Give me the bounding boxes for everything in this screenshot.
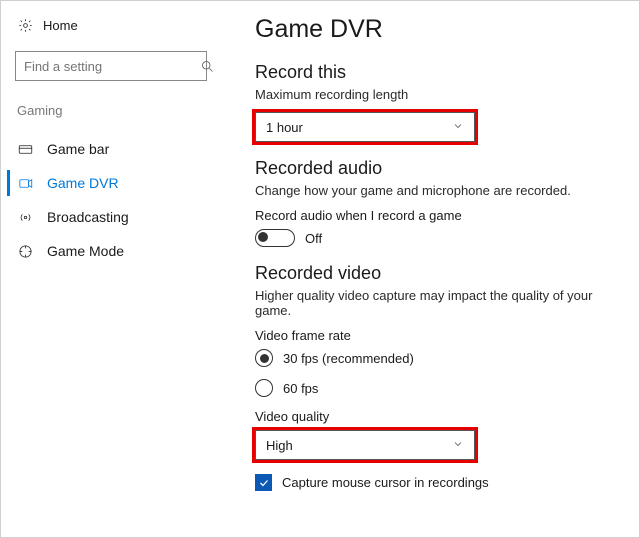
sidebar-item-game-bar[interactable]: Game bar — [15, 132, 207, 166]
checkbox-checked-icon — [255, 474, 272, 491]
capture-cursor-checkbox-row[interactable]: Capture mouse cursor in recordings — [255, 474, 615, 491]
recorded-video-heading: Recorded video — [255, 263, 615, 284]
chevron-down-icon — [452, 120, 464, 135]
sidebar-item-label: Game bar — [47, 141, 109, 157]
recorded-audio-sub: Change how your game and microphone are … — [255, 183, 615, 198]
frame-rate-label: Video frame rate — [255, 328, 615, 343]
radio-label: 30 fps (recommended) — [283, 351, 414, 366]
main-content: Game DVR Record this Maximum recording l… — [217, 7, 633, 531]
record-this-heading: Record this — [255, 62, 615, 83]
sidebar-item-game-dvr[interactable]: Game DVR — [15, 166, 207, 200]
radio-label: 60 fps — [283, 381, 318, 396]
search-box[interactable] — [15, 51, 207, 81]
video-quality-select[interactable]: High — [255, 430, 475, 460]
sidebar-item-label: Broadcasting — [47, 209, 129, 225]
broadcasting-icon — [17, 209, 33, 225]
max-recording-length-select[interactable]: 1 hour — [255, 112, 475, 142]
capture-cursor-label: Capture mouse cursor in recordings — [282, 475, 489, 490]
search-input[interactable] — [24, 59, 200, 74]
select-value: 1 hour — [266, 120, 303, 135]
home-link[interactable]: Home — [17, 17, 207, 33]
radio-icon — [255, 349, 273, 367]
record-audio-toggle-label: Record audio when I record a game — [255, 208, 615, 223]
frame-rate-60-option[interactable]: 60 fps — [255, 379, 615, 397]
search-icon — [200, 58, 215, 74]
game-bar-icon — [17, 141, 33, 157]
toggle-state: Off — [305, 231, 322, 246]
select-value: High — [266, 438, 293, 453]
sidebar-item-label: Game Mode — [47, 243, 124, 259]
recorded-audio-heading: Recorded audio — [255, 158, 615, 179]
record-audio-toggle[interactable] — [255, 229, 295, 247]
sidebar-item-game-mode[interactable]: Game Mode — [15, 234, 207, 268]
game-dvr-icon — [17, 175, 33, 191]
frame-rate-30-option[interactable]: 30 fps (recommended) — [255, 349, 615, 367]
game-mode-icon — [17, 243, 33, 259]
sidebar-item-broadcasting[interactable]: Broadcasting — [15, 200, 207, 234]
gear-icon — [17, 17, 33, 33]
sidebar: Home Gaming Game bar Game DVR Broa — [7, 7, 217, 531]
radio-icon — [255, 379, 273, 397]
max-recording-length-label: Maximum recording length — [255, 87, 615, 102]
group-label: Gaming — [17, 103, 207, 118]
home-label: Home — [43, 18, 78, 33]
recorded-video-sub: Higher quality video capture may impact … — [255, 288, 615, 318]
chevron-down-icon — [452, 438, 464, 453]
sidebar-item-label: Game DVR — [47, 175, 119, 191]
video-quality-label: Video quality — [255, 409, 615, 424]
page-title: Game DVR — [255, 15, 615, 44]
